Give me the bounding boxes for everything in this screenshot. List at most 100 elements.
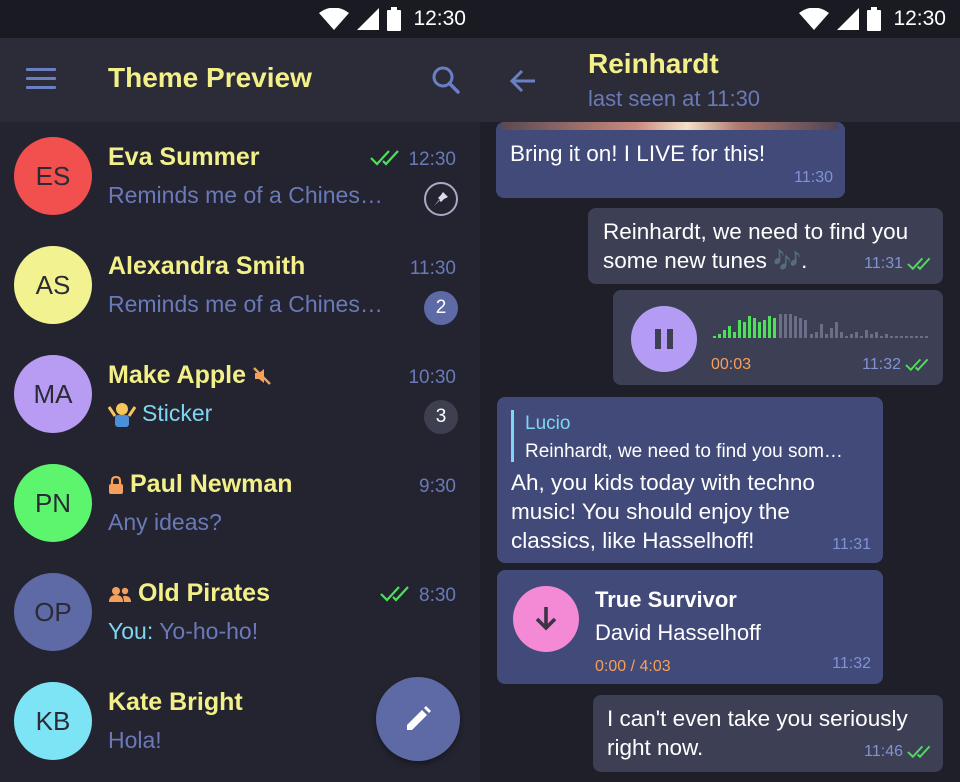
reply-quote[interactable]: Reinhardt, we need to find you som…	[525, 437, 843, 466]
battery-icon	[387, 7, 402, 31]
chat-time: 9:30	[419, 476, 456, 497]
page-title: Theme Preview	[108, 62, 312, 93]
conversation-pane: 12:30 Reinhardt last seen at 11:30 Bring…	[480, 0, 960, 782]
double-check-icon	[907, 745, 931, 758]
back-arrow-icon	[509, 69, 535, 93]
chat-row-old-pirates[interactable]: OP Old Pirates 8:30 You: Yo-ho-ho!	[0, 558, 480, 667]
preview-text: Yo-ho-ho!	[159, 618, 259, 644]
track-title: True Survivor	[595, 587, 737, 612]
search-icon	[432, 66, 460, 94]
pause-icon	[655, 329, 673, 349]
double-check-icon	[370, 150, 399, 166]
avatar: OP	[14, 573, 92, 651]
unread-badge: 2	[424, 291, 458, 325]
pencil-icon	[407, 706, 431, 730]
avatar: ES	[14, 137, 92, 215]
chat-row-alexandra-smith[interactable]: AS Alexandra Smith 11:30 Reminds me of a…	[0, 231, 480, 340]
image-preview	[502, 122, 838, 130]
lock-icon	[109, 475, 123, 494]
status-bar: 12:30	[480, 0, 960, 38]
chat-name-text: Alexandra Smith	[108, 252, 306, 280]
compose-button[interactable]	[376, 677, 460, 761]
chat-name-text: Old Pirates	[138, 579, 270, 607]
message-time: 11:31	[832, 536, 871, 553]
back-button[interactable]	[508, 66, 538, 96]
battery-icon	[867, 7, 882, 31]
avatar: AS	[14, 246, 92, 324]
message-bubble-outgoing[interactable]: I can't even take you seriously right no…	[593, 695, 943, 772]
chat-preview: Any ideas?	[108, 509, 222, 535]
reply-indicator	[511, 410, 514, 462]
signal-icon	[357, 8, 380, 30]
status-time: 12:30	[413, 7, 466, 30]
conversation-title[interactable]: Reinhardt	[588, 48, 719, 80]
unread-badge: 3	[424, 400, 458, 434]
wifi-icon	[799, 8, 830, 30]
avatar: KB	[14, 682, 92, 760]
avatar: PN	[14, 464, 92, 542]
download-arrow-icon	[535, 607, 557, 631]
message-text: Bring it on! I LIVE for this!	[510, 141, 766, 166]
reply-author: Lucio	[525, 413, 571, 434]
track-duration: 0:00 / 4:03	[595, 658, 671, 675]
message-bubble-outgoing[interactable]: Reinhardt, we need to find you some new …	[588, 208, 943, 284]
chat-name: Paul Newman	[108, 470, 293, 499]
group-icon	[109, 586, 131, 602]
chat-row-make-apple[interactable]: MA Make Apple 10:30 Sticker 3	[0, 340, 480, 449]
chat-name-text: Make Apple	[108, 361, 247, 389]
chat-time: 11:30	[409, 258, 456, 279]
chat-preview: Hola!	[108, 727, 162, 753]
audio-message-bubble[interactable]: True Survivor David Hasselhoff 0:00 / 4:…	[497, 570, 883, 684]
pause-button[interactable]	[631, 306, 697, 372]
chat-preview: Sticker	[108, 400, 212, 427]
chat-preview: Reminds me of a Chinese prove…	[108, 291, 388, 317]
message-time: 11:31	[864, 249, 933, 278]
message-bubble-incoming-reply[interactable]: Lucio Reinhardt, we need to find you som…	[497, 397, 883, 563]
chat-name: Kate Bright	[108, 688, 243, 717]
sticker-emoji-icon	[108, 402, 136, 427]
status-icons: 12:30	[799, 7, 946, 31]
chat-list-pane: 12:30 Theme Preview ES Eva Summer 12:30 …	[0, 0, 480, 782]
track-artist: David Hasselhoff	[595, 620, 761, 645]
chat-row-paul-newman[interactable]: PN Paul Newman 9:30 Any ideas?	[0, 449, 480, 558]
chat-name: Make Apple	[108, 361, 272, 390]
chat-name-text: Kate Bright	[108, 688, 243, 716]
voice-message-bubble[interactable]: 00:03 11:32	[613, 290, 943, 385]
message-time: 11:32	[862, 350, 931, 379]
message-text: Reinhardt, we need to find you some new …	[603, 219, 909, 273]
message-time: 11:32	[832, 655, 871, 672]
double-check-icon	[380, 586, 409, 602]
chat-name: Old Pirates	[108, 579, 270, 608]
muted-icon	[253, 366, 271, 385]
menu-icon	[26, 68, 56, 71]
voice-duration: 00:03	[711, 356, 752, 373]
chat-list-header: Theme Preview	[0, 38, 480, 122]
search-button[interactable]	[430, 64, 462, 96]
avatar: MA	[14, 355, 92, 433]
message-text: I can't even take you seriously right no…	[607, 706, 908, 760]
conversation-header: Reinhardt last seen at 11:30	[480, 38, 960, 122]
status-time: 12:30	[893, 7, 946, 30]
wifi-icon	[319, 8, 350, 30]
download-button[interactable]	[513, 586, 579, 652]
chat-row-eva-summer[interactable]: ES Eva Summer 12:30 Reminds me of a Chin…	[0, 122, 480, 231]
chat-name: Alexandra Smith	[108, 252, 305, 281]
message-time: 11:46	[864, 737, 933, 766]
chat-time: 8:30	[419, 585, 456, 606]
last-seen-status: last seen at 11:30	[588, 86, 761, 111]
message-text: Ah, you kids today with techno music! Yo…	[511, 470, 815, 553]
menu-button[interactable]	[26, 68, 56, 92]
chat-name-text: Paul Newman	[130, 470, 293, 498]
status-bar: 12:30	[0, 0, 480, 38]
voice-waveform	[713, 314, 928, 338]
chat-name: Eva Summer	[108, 143, 259, 172]
chat-preview: You: Yo-ho-ho!	[108, 618, 258, 645]
status-icons: 12:30	[319, 7, 466, 31]
chat-time: 10:30	[408, 367, 456, 388]
signal-icon	[837, 8, 860, 30]
chat-preview: Reminds me of a Chinese prove…	[108, 182, 388, 208]
message-bubble-incoming[interactable]: Bring it on! I LIVE for this! 11:30	[496, 122, 845, 198]
pin-icon	[424, 182, 458, 216]
double-check-icon	[907, 257, 931, 270]
message-time: 11:30	[794, 169, 833, 186]
